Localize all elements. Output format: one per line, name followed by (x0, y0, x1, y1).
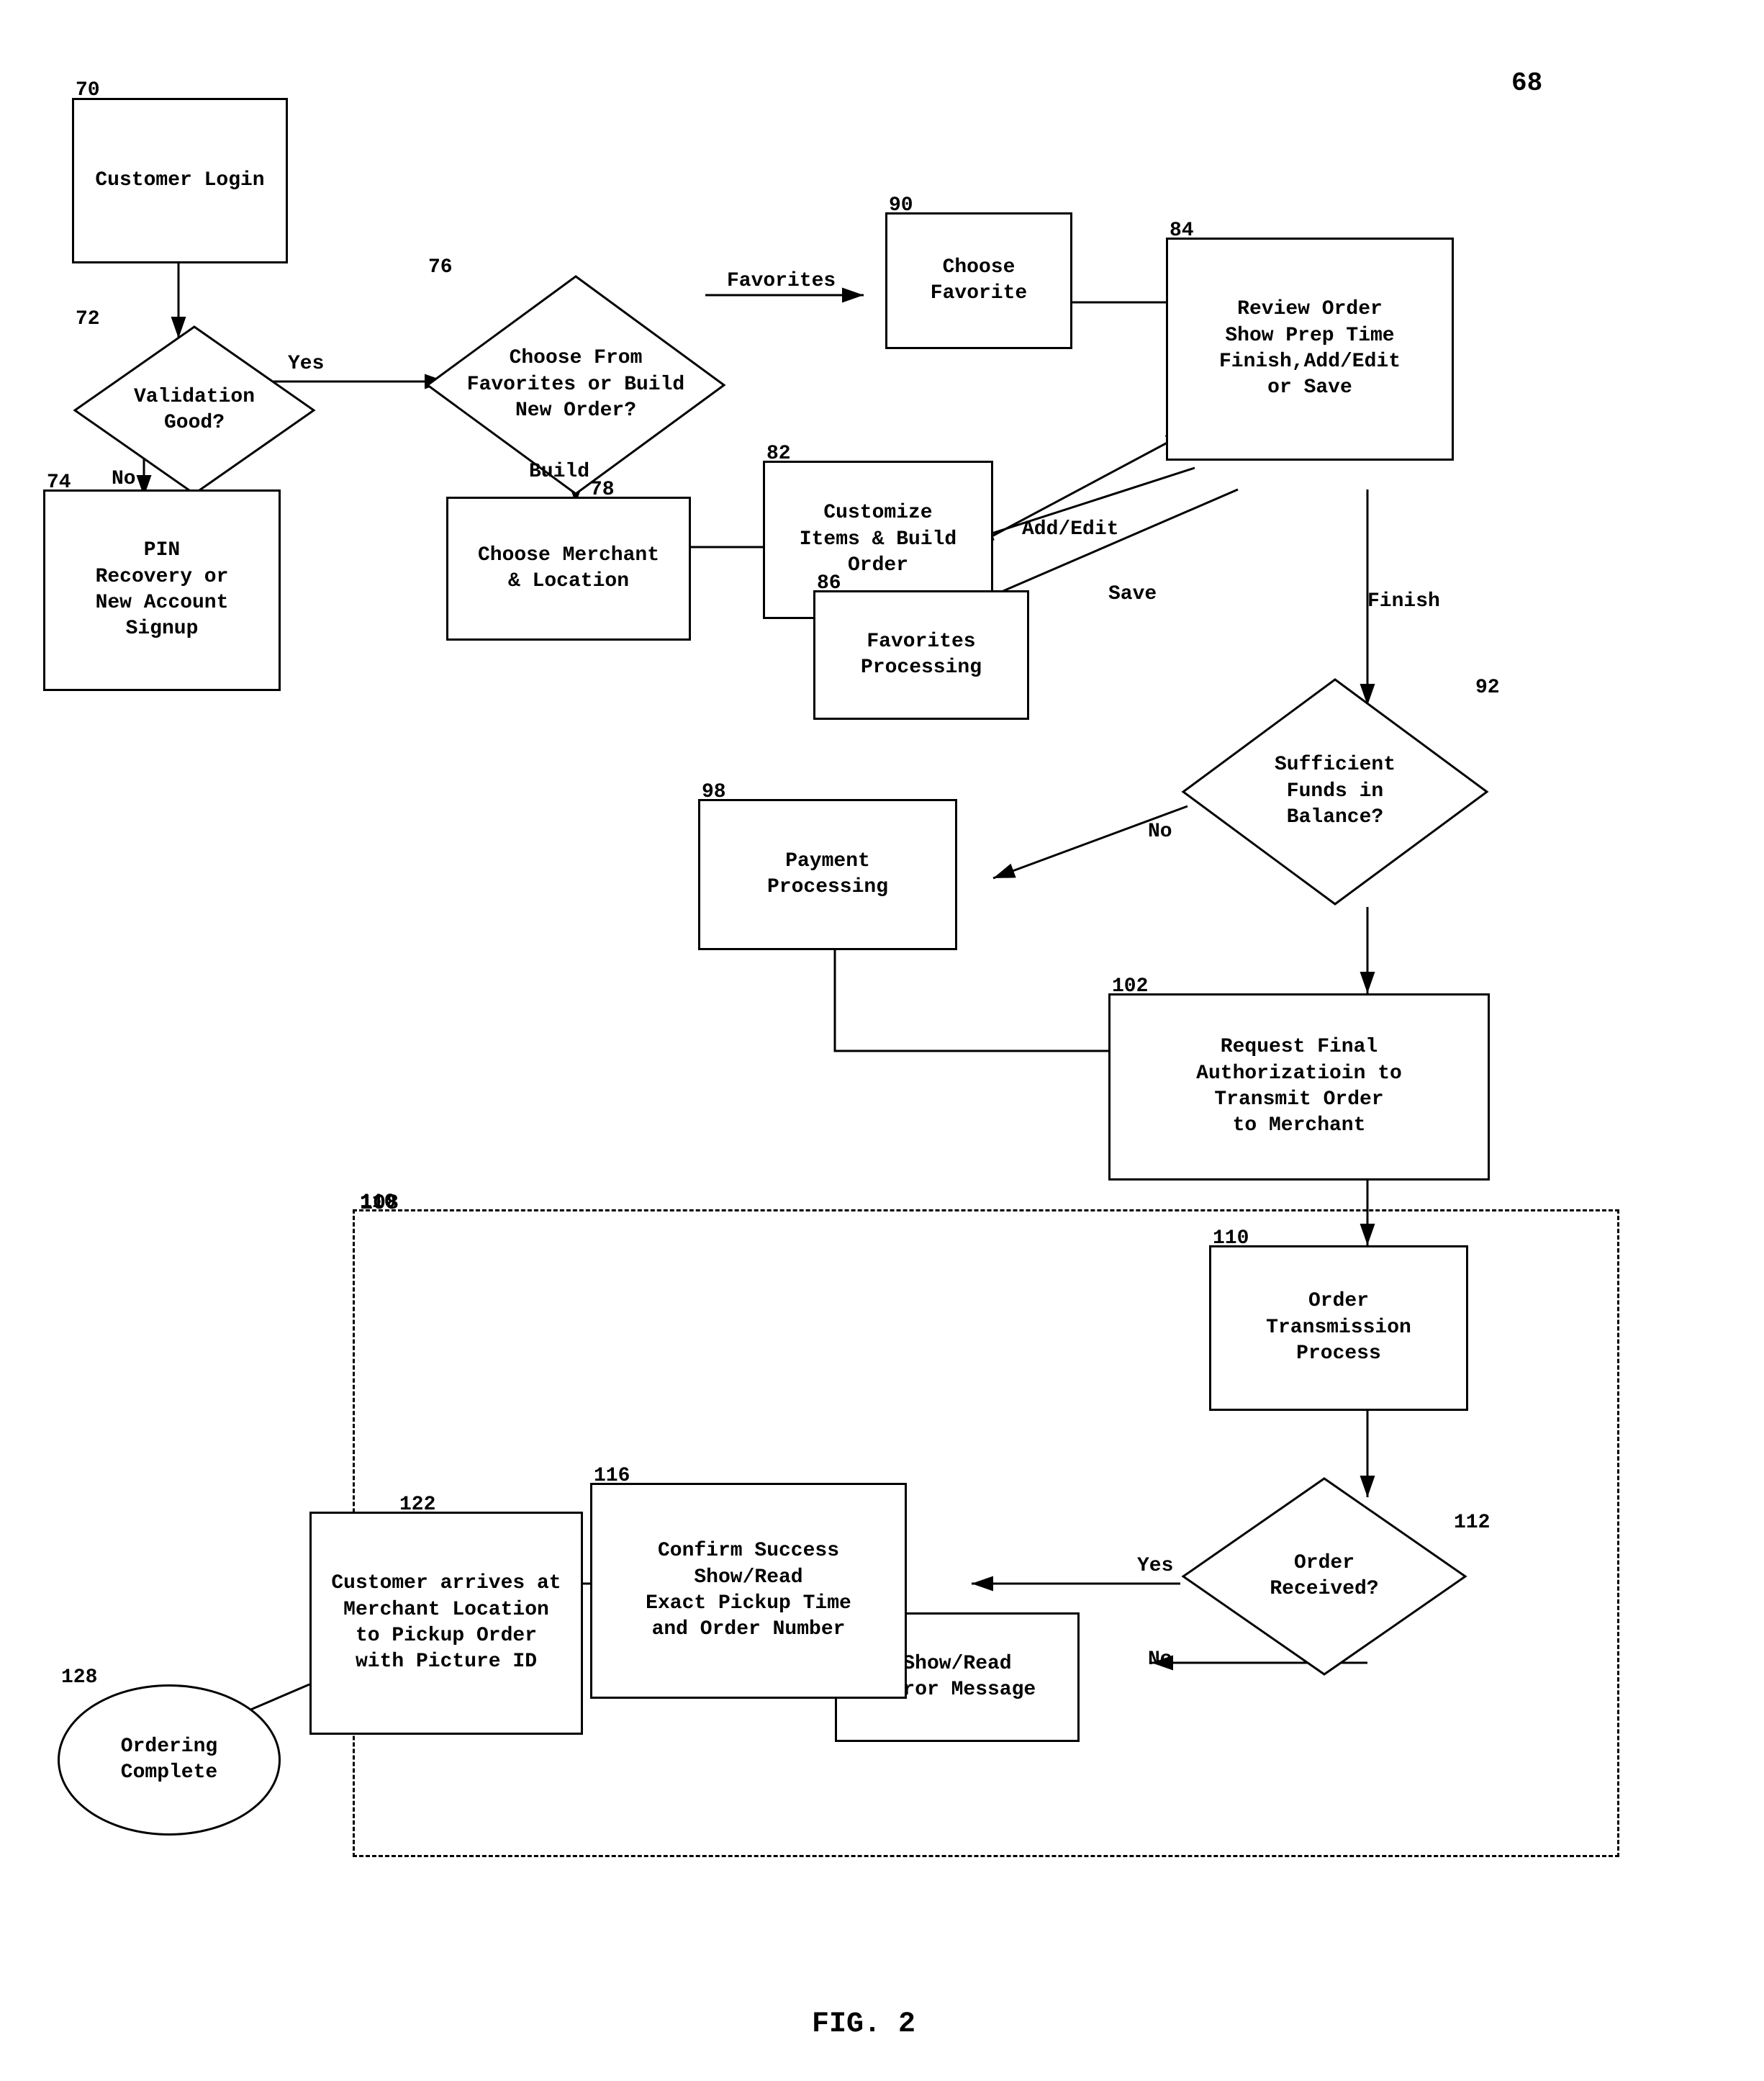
sufficient-funds-node: SufficientFunds inBalance? (1180, 677, 1490, 907)
review-order-node: Review OrderShow Prep TimeFinish,Add/Edi… (1166, 238, 1454, 461)
add-edit-label: Add/Edit (1022, 518, 1118, 541)
label-68: 68 (1511, 68, 1542, 98)
choose-favorite-node: ChooseFavorite (885, 212, 1072, 349)
customer-arrives-label: Customer arrives atMerchant Locationto P… (331, 1571, 561, 1676)
customer-login-label: Customer Login (95, 168, 264, 194)
save-label: Save (1108, 583, 1157, 605)
order-received-node: OrderReceived? (1180, 1476, 1468, 1677)
label-74: 74 (47, 471, 71, 494)
finish-label: Finish (1367, 590, 1440, 613)
no-received-label: No (1148, 1648, 1172, 1671)
label-86: 86 (817, 572, 841, 595)
label-84: 84 (1170, 220, 1194, 242)
customer-arrives-node: Customer arrives atMerchant Locationto P… (309, 1512, 583, 1735)
label-112: 112 (1454, 1512, 1490, 1534)
label-98: 98 (702, 781, 726, 803)
payment-processing-label: PaymentProcessing (767, 849, 888, 901)
validation-good-node: ValidationGood? (72, 324, 317, 497)
confirm-success-node: Confirm SuccessShow/ReadExact Pickup Tim… (590, 1483, 907, 1699)
no-funds-label: No (1148, 821, 1172, 843)
flowchart-diagram: Customer Login 70 ValidationGood? 72 Yes… (0, 0, 1764, 2081)
order-received-label: OrderReceived? (1270, 1550, 1378, 1603)
label-72: 72 (76, 308, 100, 330)
favorites-or-build-label: Choose FromFavorites or BuildNew Order? (467, 346, 684, 424)
label-76: 76 (428, 256, 453, 279)
pin-recovery-node: PINRecovery orNew AccountSignup (43, 489, 281, 691)
pin-recovery-label: PINRecovery orNew AccountSignup (96, 538, 229, 643)
favorites-processing-node: FavoritesProcessing (813, 590, 1029, 720)
request-final-auth-label: Request FinalAuthorizatioin toTransmit O… (1196, 1034, 1402, 1139)
choose-merchant-node: Choose Merchant& Location (446, 497, 691, 641)
customize-items-label: CustomizeItems & BuildOrder (800, 500, 956, 579)
order-transmission-label: OrderTransmissionProcess (1266, 1288, 1411, 1367)
customer-login-node: Customer Login (72, 98, 288, 263)
no-validation-label: No (112, 468, 136, 490)
payment-processing-node: PaymentProcessing (698, 799, 957, 950)
label-116: 116 (594, 1465, 630, 1487)
label-70: 70 (76, 79, 100, 101)
favorites-processing-label: FavoritesProcessing (861, 629, 982, 682)
label-110: 110 (1213, 1227, 1249, 1250)
label-128: 128 (61, 1666, 97, 1689)
sufficient-funds-label: SufficientFunds inBalance? (1275, 752, 1396, 831)
ordering-complete-label: OrderingComplete (121, 1734, 217, 1787)
confirm-success-label: Confirm SuccessShow/ReadExact Pickup Tim… (646, 1538, 851, 1643)
review-order-label: Review OrderShow Prep TimeFinish,Add/Edi… (1219, 297, 1401, 402)
label-78: 78 (590, 479, 615, 501)
validation-label: ValidationGood? (134, 384, 255, 437)
ordering-complete-node: OrderingComplete (58, 1684, 281, 1836)
label-82: 82 (766, 443, 791, 465)
order-transmission-node: OrderTransmissionProcess (1209, 1245, 1468, 1411)
label-90: 90 (889, 194, 913, 217)
label-102: 102 (1112, 975, 1148, 998)
label-108-text: 108 (360, 1191, 399, 1216)
build-arrow-label: Build (529, 461, 589, 483)
request-final-auth-node: Request FinalAuthorizatioin toTransmit O… (1108, 993, 1490, 1181)
label-122: 122 (399, 1494, 435, 1516)
label-92: 92 (1475, 677, 1500, 699)
favorites-arrow-label: Favorites (727, 270, 836, 292)
figure-caption: FIG. 2 (648, 2008, 1080, 2041)
choose-merchant-label: Choose Merchant& Location (478, 543, 659, 595)
choose-favorite-label: ChooseFavorite (931, 255, 1027, 307)
yes-validation-label: Yes (288, 353, 324, 375)
yes-received-label: Yes (1137, 1555, 1173, 1577)
